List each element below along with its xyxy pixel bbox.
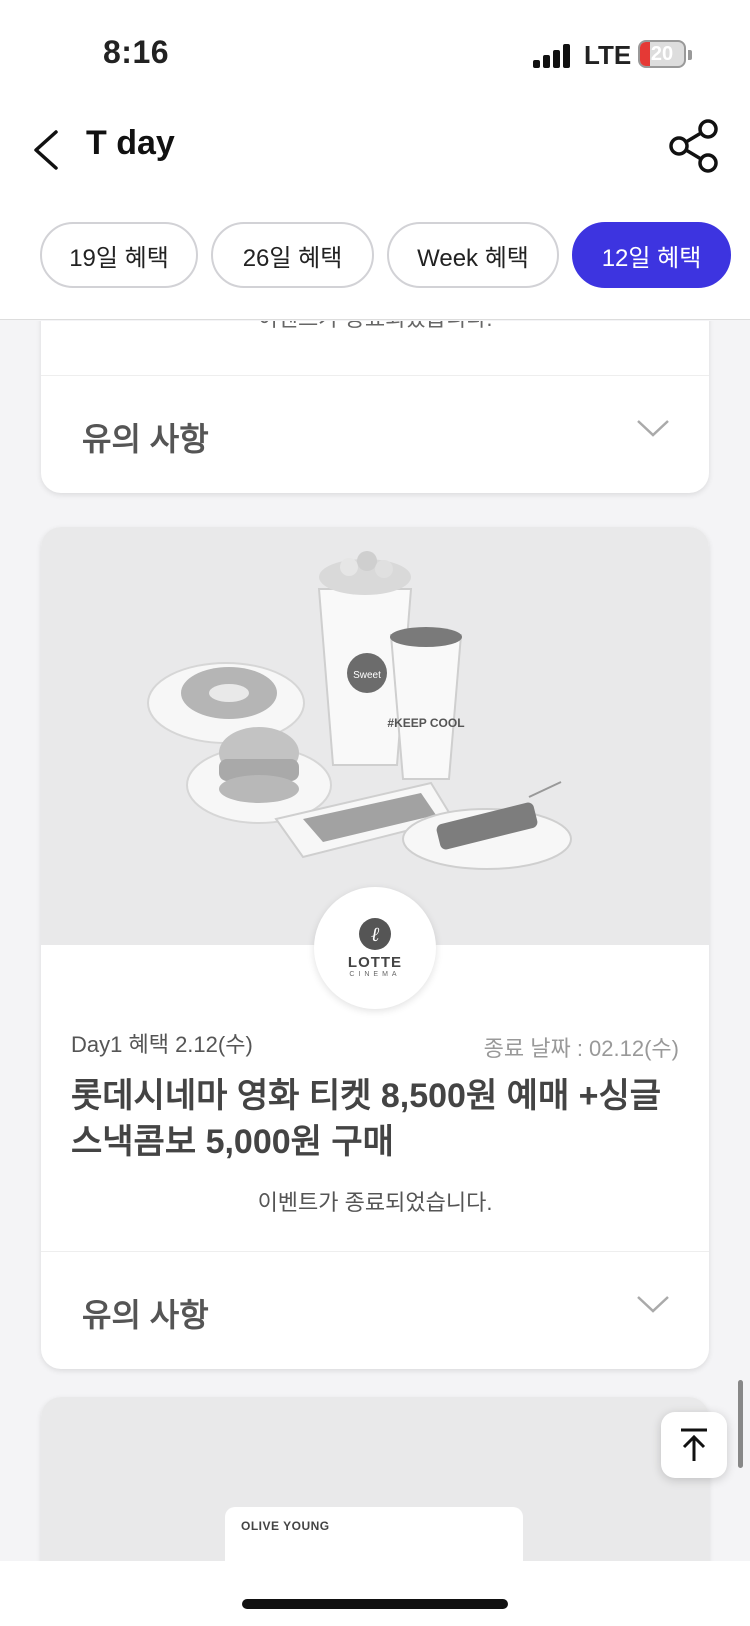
content-scroll[interactable]: 이벤트가 종료되었습니다. 유의 사항 Sweet bbox=[0, 321, 750, 1561]
olive-young-logo: OLIVE YOUNG bbox=[241, 1519, 330, 1533]
status-time: 8:16 bbox=[103, 34, 170, 70]
chevron-left-icon bbox=[34, 130, 58, 170]
arrow-up-to-top-icon bbox=[681, 1428, 707, 1461]
day-label: Day1 혜택 2.12(수) bbox=[71, 1032, 253, 1057]
network-label: LTE bbox=[584, 40, 632, 70]
notice-toggle[interactable]: 유의 사항 bbox=[41, 1251, 709, 1369]
notice-label: 유의 사항 bbox=[82, 1297, 209, 1333]
drink-label: #KEEP COOL bbox=[387, 716, 464, 730]
gift-card-image: OLIVE YOUNG bbox=[225, 1507, 523, 1561]
brand-name: LOTTE bbox=[347, 954, 403, 971]
tab-week[interactable]: Week 혜택 bbox=[387, 222, 559, 288]
promo-image: OLIVE YOUNG bbox=[41, 1397, 709, 1561]
tab-26[interactable]: 26일 혜택 bbox=[211, 222, 374, 288]
home-indicator[interactable] bbox=[242, 1599, 508, 1609]
app-header: T day bbox=[0, 100, 750, 200]
share-button[interactable] bbox=[668, 118, 720, 174]
battery-level: 20 bbox=[650, 43, 674, 65]
notice-label: 유의 사항 bbox=[82, 421, 209, 457]
signal-icon bbox=[533, 44, 573, 68]
event-card[interactable]: Sweet #KEEP COOL ℓ LOTTE CINEMA Day1 혜택 … bbox=[41, 527, 709, 1369]
tab-12[interactable]: 12일 혜택 bbox=[572, 222, 731, 288]
status-bar: 8:16 LTE 20 bbox=[0, 0, 750, 100]
tab-19[interactable]: 19일 혜택 bbox=[40, 222, 198, 288]
page-title: T day bbox=[86, 124, 175, 162]
chevron-down-icon bbox=[637, 420, 669, 437]
share-icon bbox=[669, 119, 718, 173]
lotte-logo-icon: ℓ bbox=[359, 918, 391, 950]
brand-logo: ℓ LOTTE CINEMA bbox=[314, 887, 436, 1009]
event-status: 이벤트가 종료되었습니다. bbox=[41, 321, 709, 333]
home-area bbox=[0, 1561, 750, 1626]
chevron-down-icon bbox=[637, 1296, 669, 1313]
event-title: 롯데시네마 영화 티켓 8,500원 예매 +싱글스낵콤보 5,000원 구매 bbox=[71, 1077, 662, 1161]
brand-sub: CINEMA bbox=[349, 971, 401, 978]
notice-toggle[interactable]: 유의 사항 bbox=[41, 375, 709, 493]
event-status: 이벤트가 종료되었습니다. bbox=[257, 1190, 493, 1215]
benefit-tabs: 19일 혜택 26일 혜택 Week 혜택 12일 혜택 bbox=[0, 200, 750, 320]
scrollbar[interactable] bbox=[738, 1380, 743, 1468]
end-date: 종료 날짜 : 02.12(수) bbox=[483, 1036, 679, 1061]
promo-image: Sweet #KEEP COOL bbox=[41, 527, 709, 945]
battery-icon: 20 bbox=[638, 40, 686, 68]
cup-label: Sweet bbox=[353, 670, 381, 681]
back-button[interactable] bbox=[28, 120, 68, 180]
event-card[interactable]: OLIVE YOUNG bbox=[41, 1397, 709, 1561]
event-card: 이벤트가 종료되었습니다. 유의 사항 bbox=[41, 321, 709, 493]
battery-tip bbox=[688, 50, 692, 60]
scroll-top-button[interactable] bbox=[661, 1412, 727, 1478]
